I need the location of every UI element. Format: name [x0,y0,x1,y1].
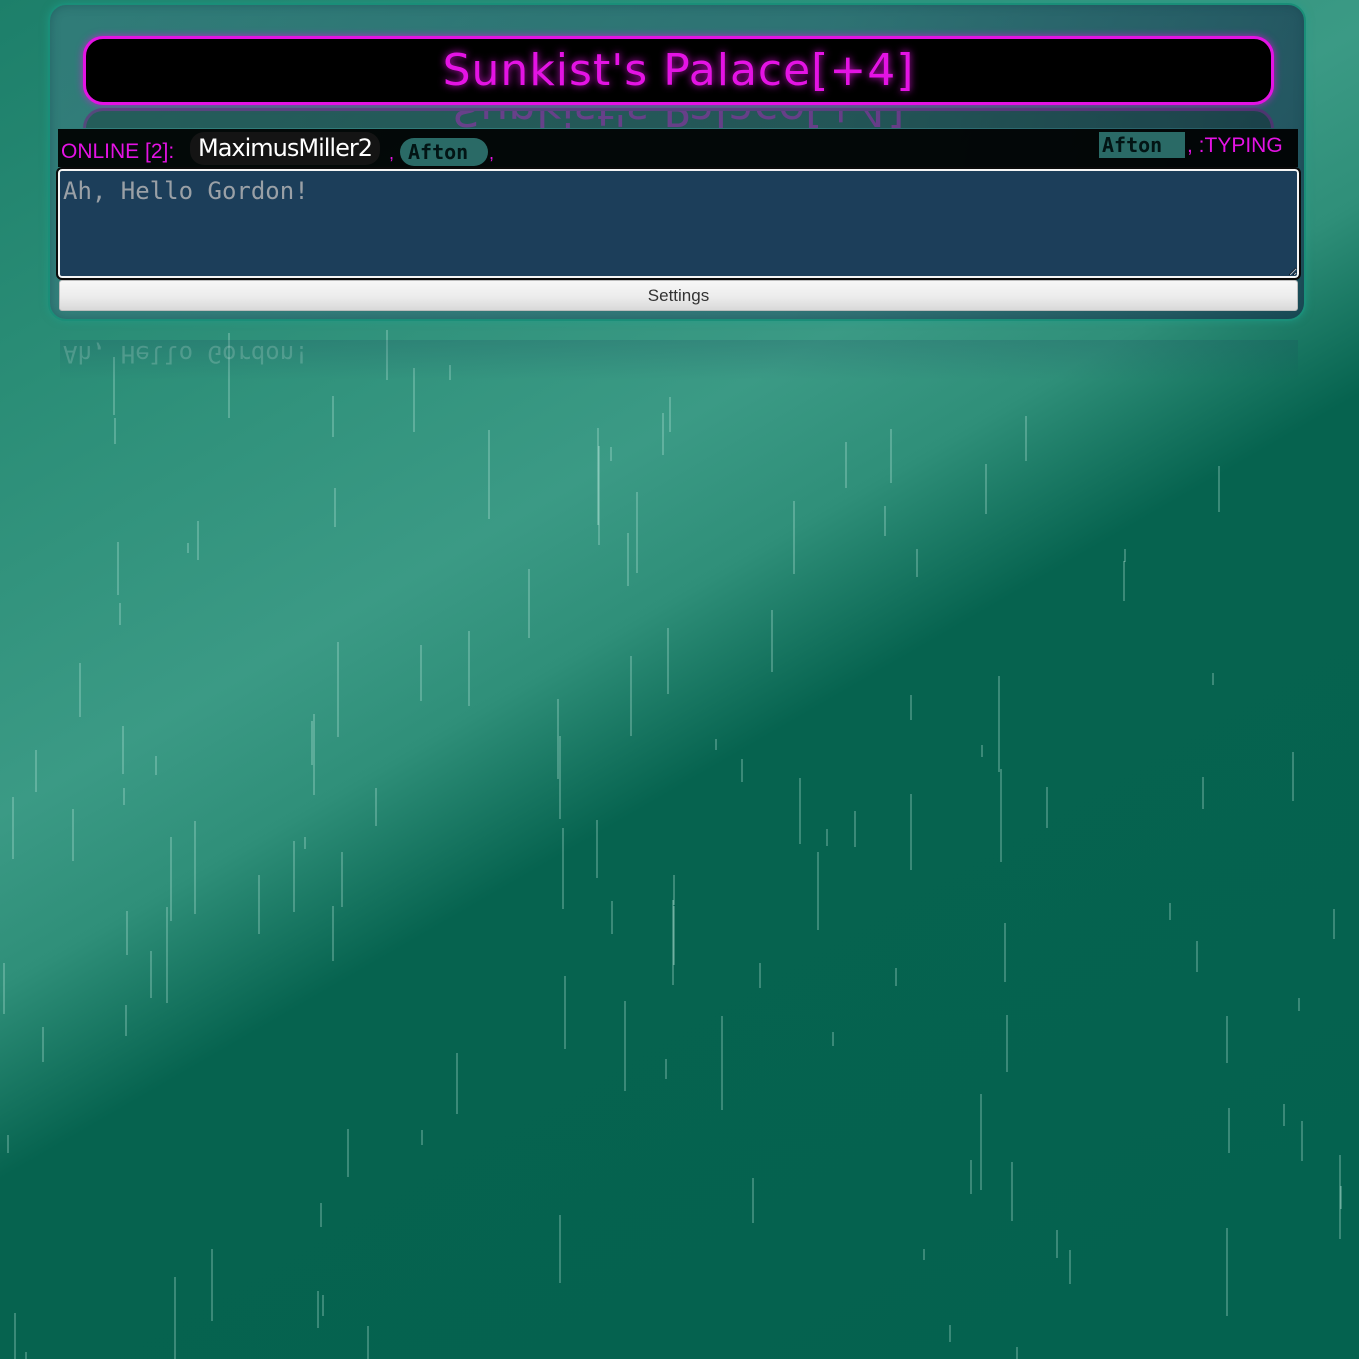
room-title-reflection: Sunkist's Palace[+4] [83,108,1274,128]
message-input[interactable] [56,167,1301,280]
user-separator: , [489,143,495,163]
room-title: Sunkist's Palace[+4] [442,45,915,96]
room-title-reflection-text: Sunkist's Palace[+4] [453,111,905,128]
typing-user-afton: Afton [1099,132,1185,158]
online-user-afton[interactable]: Afton [400,138,488,166]
settings-button[interactable]: Settings [59,280,1298,311]
message-input-reflection: Ah, Hello Gordon! [60,340,1298,380]
room-title-bar: Sunkist's Palace[+4] [83,36,1274,105]
message-input-reflection-text: Ah, Hello Gordon! [63,340,309,368]
typing-indicator-label: , :TYPING [1187,134,1283,157]
online-user-maximusmiller2[interactable]: MaximusMiller2 [190,132,380,165]
status-bar: ONLINE [2]: MaximusMiller2 , Afton , Aft… [58,129,1298,167]
online-count-label: ONLINE [2]: [61,140,175,163]
user-separator: , [389,143,395,163]
